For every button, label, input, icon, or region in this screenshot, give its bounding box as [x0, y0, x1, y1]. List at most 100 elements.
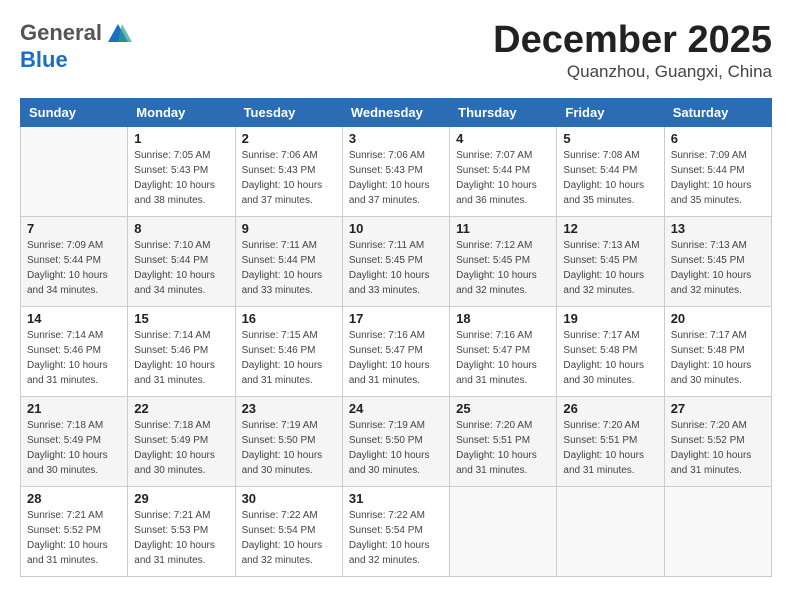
day-info: Sunrise: 7:17 AMSunset: 5:48 PMDaylight:…: [563, 328, 657, 388]
calendar-cell: 12 Sunrise: 7:13 AMSunset: 5:45 PMDayligh…: [557, 216, 664, 306]
logo-general: General: [20, 20, 102, 45]
calendar-cell: 6 Sunrise: 7:09 AMSunset: 5:44 PMDaylight…: [664, 126, 771, 216]
day-number: 16: [242, 311, 336, 326]
weekday-header: Monday: [128, 98, 235, 126]
calendar-cell: 19 Sunrise: 7:17 AMSunset: 5:48 PMDayligh…: [557, 306, 664, 396]
calendar-cell: 27 Sunrise: 7:20 AMSunset: 5:52 PMDayligh…: [664, 396, 771, 486]
day-number: 29: [134, 491, 228, 506]
day-info: Sunrise: 7:16 AMSunset: 5:47 PMDaylight:…: [349, 328, 443, 388]
day-info: Sunrise: 7:06 AMSunset: 5:43 PMDaylight:…: [349, 148, 443, 208]
day-info: Sunrise: 7:06 AMSunset: 5:43 PMDaylight:…: [242, 148, 336, 208]
calendar-cell: [21, 126, 128, 216]
calendar-cell: [450, 486, 557, 576]
day-number: 10: [349, 221, 443, 236]
day-info: Sunrise: 7:22 AMSunset: 5:54 PMDaylight:…: [242, 508, 336, 568]
calendar-cell: 8Sunrise: 7:10 AMSunset: 5:44 PMDaylight…: [128, 216, 235, 306]
day-number: 31: [349, 491, 443, 506]
calendar-cell: 23 Sunrise: 7:19 AMSunset: 5:50 PMDayligh…: [235, 396, 342, 486]
day-info: Sunrise: 7:15 AMSunset: 5:46 PMDaylight:…: [242, 328, 336, 388]
day-number: 8: [134, 221, 228, 236]
calendar-cell: [664, 486, 771, 576]
day-info: Sunrise: 7:19 AMSunset: 5:50 PMDaylight:…: [349, 418, 443, 478]
day-number: 23: [242, 401, 336, 416]
day-number: 3: [349, 131, 443, 146]
day-info: Sunrise: 7:18 AMSunset: 5:49 PMDaylight:…: [27, 418, 121, 478]
weekday-header: Tuesday: [235, 98, 342, 126]
day-number: 7: [27, 221, 121, 236]
weekday-header: Friday: [557, 98, 664, 126]
calendar-week-row: 1 Sunrise: 7:05 AMSunset: 5:43 PMDaylight…: [21, 126, 772, 216]
day-info: Sunrise: 7:19 AMSunset: 5:50 PMDaylight:…: [242, 418, 336, 478]
day-number: 12: [563, 221, 657, 236]
calendar-cell: 3 Sunrise: 7:06 AMSunset: 5:43 PMDaylight…: [342, 126, 449, 216]
day-number: 26: [563, 401, 657, 416]
day-info: Sunrise: 7:14 AMSunset: 5:46 PMDaylight:…: [27, 328, 121, 388]
weekday-header: Thursday: [450, 98, 557, 126]
calendar-cell: 25Sunrise: 7:20 AMSunset: 5:51 PMDayligh…: [450, 396, 557, 486]
day-info: Sunrise: 7:07 AMSunset: 5:44 PMDaylight:…: [456, 148, 550, 208]
day-number: 20: [671, 311, 765, 326]
day-number: 13: [671, 221, 765, 236]
day-number: 22: [134, 401, 228, 416]
location: Quanzhou, Guangxi, China: [493, 62, 772, 82]
day-info: Sunrise: 7:20 AMSunset: 5:51 PMDaylight:…: [563, 418, 657, 478]
logo-blue: Blue: [20, 47, 68, 72]
day-number: 6: [671, 131, 765, 146]
weekday-header: Wednesday: [342, 98, 449, 126]
day-info: Sunrise: 7:16 AMSunset: 5:47 PMDaylight:…: [456, 328, 550, 388]
day-number: 28: [27, 491, 121, 506]
calendar-cell: 29 Sunrise: 7:21 AMSunset: 5:53 PMDayligh…: [128, 486, 235, 576]
day-info: Sunrise: 7:21 AMSunset: 5:52 PMDaylight:…: [27, 508, 121, 568]
calendar-cell: 5Sunrise: 7:08 AMSunset: 5:44 PMDaylight…: [557, 126, 664, 216]
day-number: 14: [27, 311, 121, 326]
calendar-cell: 4Sunrise: 7:07 AMSunset: 5:44 PMDaylight…: [450, 126, 557, 216]
calendar-cell: 28 Sunrise: 7:21 AMSunset: 5:52 PMDayligh…: [21, 486, 128, 576]
calendar-cell: 17 Sunrise: 7:16 AMSunset: 5:47 PMDayligh…: [342, 306, 449, 396]
calendar-cell: 15Sunrise: 7:14 AMSunset: 5:46 PMDayligh…: [128, 306, 235, 396]
day-info: Sunrise: 7:05 AMSunset: 5:43 PMDaylight:…: [134, 148, 228, 208]
day-number: 2: [242, 131, 336, 146]
calendar-cell: 24 Sunrise: 7:19 AMSunset: 5:50 PMDayligh…: [342, 396, 449, 486]
day-number: 5: [563, 131, 657, 146]
calendar-cell: 11Sunrise: 7:12 AMSunset: 5:45 PMDayligh…: [450, 216, 557, 306]
day-number: 19: [563, 311, 657, 326]
calendar-cell: 31Sunrise: 7:22 AMSunset: 5:54 PMDayligh…: [342, 486, 449, 576]
day-info: Sunrise: 7:21 AMSunset: 5:53 PMDaylight:…: [134, 508, 228, 568]
day-number: 11: [456, 221, 550, 236]
day-info: Sunrise: 7:17 AMSunset: 5:48 PMDaylight:…: [671, 328, 765, 388]
day-number: 30: [242, 491, 336, 506]
calendar-cell: 9Sunrise: 7:11 AMSunset: 5:44 PMDaylight…: [235, 216, 342, 306]
logo: General Blue: [20, 20, 132, 72]
calendar-week-row: 14 Sunrise: 7:14 AMSunset: 5:46 PMDayligh…: [21, 306, 772, 396]
day-number: 18: [456, 311, 550, 326]
weekday-header: Saturday: [664, 98, 771, 126]
weekday-header: Sunday: [21, 98, 128, 126]
day-number: 21: [27, 401, 121, 416]
day-info: Sunrise: 7:09 AMSunset: 5:44 PMDaylight:…: [671, 148, 765, 208]
calendar-cell: 21 Sunrise: 7:18 AMSunset: 5:49 PMDayligh…: [21, 396, 128, 486]
title-block: December 2025 Quanzhou, Guangxi, China: [493, 20, 772, 82]
calendar-cell: 13 Sunrise: 7:13 AMSunset: 5:45 PMDayligh…: [664, 216, 771, 306]
day-number: 24: [349, 401, 443, 416]
calendar-cell: 7 Sunrise: 7:09 AMSunset: 5:44 PMDaylight…: [21, 216, 128, 306]
day-number: 27: [671, 401, 765, 416]
day-info: Sunrise: 7:11 AMSunset: 5:45 PMDaylight:…: [349, 238, 443, 298]
day-number: 9: [242, 221, 336, 236]
calendar-cell: 30 Sunrise: 7:22 AMSunset: 5:54 PMDayligh…: [235, 486, 342, 576]
calendar-cell: 16 Sunrise: 7:15 AMSunset: 5:46 PMDayligh…: [235, 306, 342, 396]
month-title: December 2025: [493, 20, 772, 62]
day-info: Sunrise: 7:09 AMSunset: 5:44 PMDaylight:…: [27, 238, 121, 298]
calendar-cell: 26 Sunrise: 7:20 AMSunset: 5:51 PMDayligh…: [557, 396, 664, 486]
day-number: 15: [134, 311, 228, 326]
calendar-cell: 1 Sunrise: 7:05 AMSunset: 5:43 PMDaylight…: [128, 126, 235, 216]
day-info: Sunrise: 7:13 AMSunset: 5:45 PMDaylight:…: [671, 238, 765, 298]
day-number: 25: [456, 401, 550, 416]
calendar-week-row: 21 Sunrise: 7:18 AMSunset: 5:49 PMDayligh…: [21, 396, 772, 486]
page-header: General Blue December 2025 Quanzhou, Gua…: [20, 20, 772, 82]
day-info: Sunrise: 7:13 AMSunset: 5:45 PMDaylight:…: [563, 238, 657, 298]
calendar-cell: 14 Sunrise: 7:14 AMSunset: 5:46 PMDayligh…: [21, 306, 128, 396]
day-info: Sunrise: 7:20 AMSunset: 5:52 PMDaylight:…: [671, 418, 765, 478]
day-number: 1: [134, 131, 228, 146]
calendar-week-row: 7 Sunrise: 7:09 AMSunset: 5:44 PMDaylight…: [21, 216, 772, 306]
day-number: 17: [349, 311, 443, 326]
